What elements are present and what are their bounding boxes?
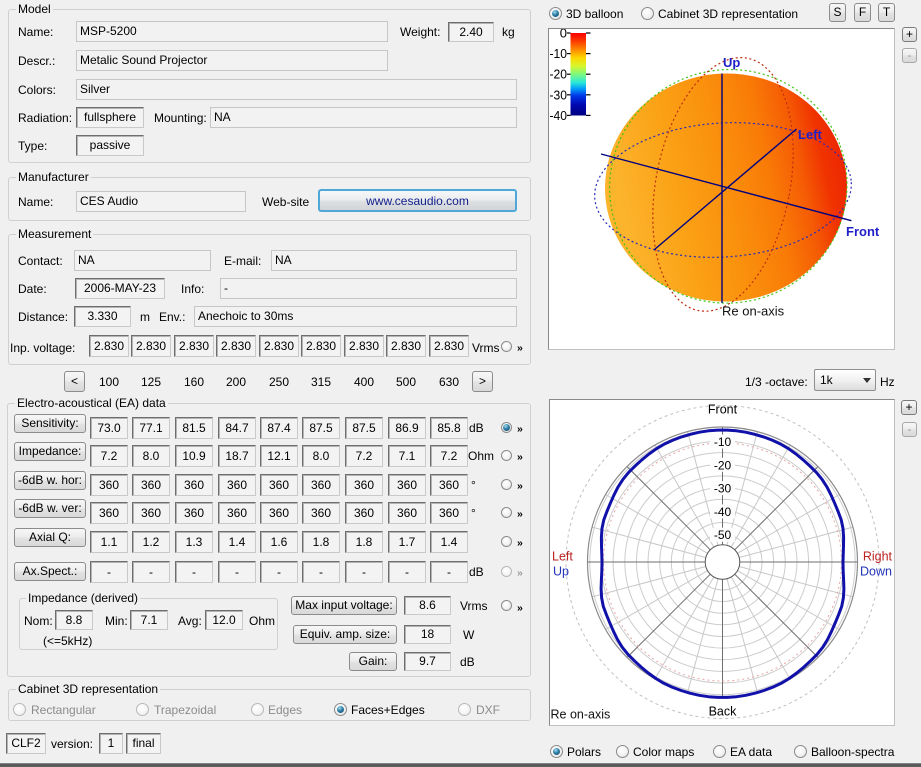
svg-text:Left: Left [798,127,823,142]
svg-text:Right: Right [863,550,893,564]
svg-text:-50: -50 [714,528,732,542]
svg-text:-40: -40 [714,505,732,519]
svg-text:-30: -30 [714,482,732,496]
svg-text:Up: Up [553,565,569,579]
svg-text:-40: -40 [550,108,568,123]
svg-text:Front: Front [846,224,880,239]
svg-text:Back: Back [709,705,738,719]
svg-text:Down: Down [860,565,892,579]
svg-text:Front: Front [708,403,738,417]
svg-text:-10: -10 [714,435,732,449]
svg-text:-10: -10 [550,46,568,61]
svg-text:-20: -20 [714,458,732,472]
svg-text:-20: -20 [550,67,568,82]
svg-text:Left: Left [552,550,573,564]
svg-text:Re on-axis: Re on-axis [551,708,611,722]
svg-text:Up: Up [723,55,740,70]
svg-text:0: 0 [560,29,567,41]
svg-text:-30: -30 [550,87,568,102]
svg-text:Re on-axis: Re on-axis [722,304,785,319]
